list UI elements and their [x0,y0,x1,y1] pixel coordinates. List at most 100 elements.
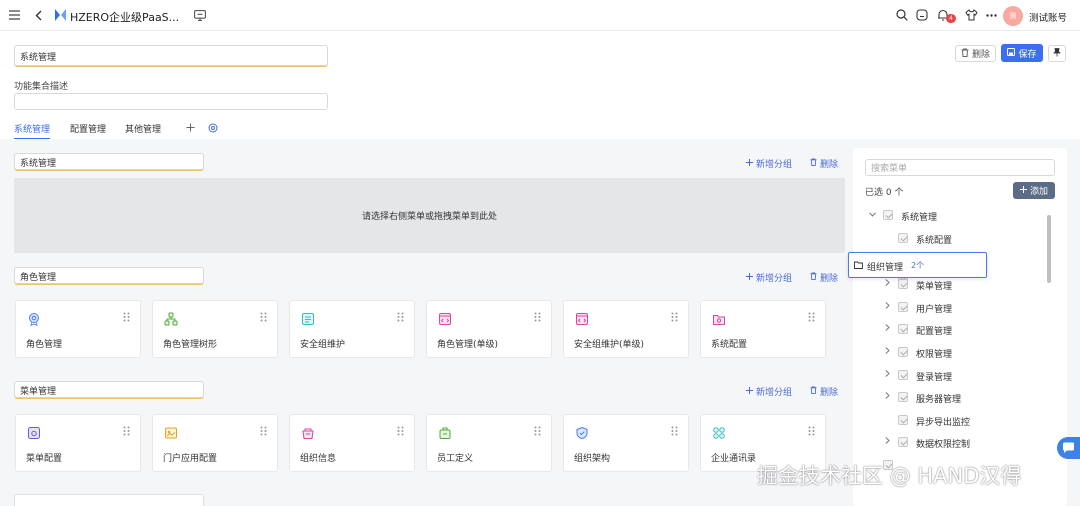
tree-checkbox[interactable] [898,392,908,402]
menu-card-label: 企业通讯录 [711,454,757,464]
drag-handle-icon[interactable] [534,426,541,436]
plus-icon [746,158,753,169]
menu-card[interactable]: 角色管理 [15,300,141,358]
skin-icon[interactable] [965,9,978,21]
drag-handle-icon[interactable] [260,312,267,322]
add-menu-button[interactable]: 添加 [1013,182,1055,199]
search-icon[interactable] [896,9,908,21]
tree-node-label: 菜单管理 [916,282,953,292]
home-icon[interactable] [916,9,928,21]
collection-name-field[interactable]: 系统管理 [14,45,328,67]
menu-card-label: 安全组维护 [300,340,346,350]
drag-handle-icon[interactable] [671,312,678,322]
tab-config-management[interactable]: 配置管理 [70,122,106,135]
menu-card[interactable]: 菜单配置 [15,414,141,472]
chevron-right-icon[interactable] [885,279,890,288]
pin-button[interactable] [1048,45,1066,62]
more-icon[interactable] [985,9,997,21]
menu-card[interactable]: 安全组维护(单级) [563,300,689,358]
tree-checkbox[interactable] [898,233,908,243]
description-field[interactable] [14,93,328,110]
drag-handle-icon[interactable] [808,312,815,322]
menu-drop-zone[interactable]: 请选择右侧菜单或拖拽菜单到此处 [14,178,845,253]
delete-group-link[interactable]: 删除 [810,271,838,284]
tab-other-management[interactable]: 其他管理 [125,122,161,135]
chevron-right-icon[interactable] [885,437,890,446]
menu-card[interactable]: 安全组维护 [289,300,415,358]
drag-handle-icon[interactable] [808,426,815,436]
drag-handle-icon[interactable] [123,312,130,322]
menu-card[interactable]: 角色管理(单级) [426,300,552,358]
drag-handle-icon[interactable] [534,312,541,322]
add-menu-label: 添加 [1029,187,1048,197]
dragging-item-label: 组织管理 [867,263,904,273]
menu-card[interactable]: 员工定义 [426,414,552,472]
menu-card[interactable]: 门户应用配置 [152,414,278,472]
tree-checkbox[interactable] [898,370,908,380]
tree-node-label: 异步导出监控 [916,418,971,428]
chevron-right-icon[interactable] [885,392,890,401]
menu-card[interactable]: 组织架构 [563,414,689,472]
chevron-right-icon[interactable] [885,370,890,379]
screen-icon[interactable] [193,9,206,21]
tree-checkbox[interactable] [883,210,893,220]
add-group-link[interactable]: 新增分组 [746,385,792,398]
tree-checkbox[interactable] [898,437,908,447]
tree-node-label: 用户管理 [916,305,953,315]
delete-group-link[interactable]: 删除 [810,385,838,398]
delete-group-label: 删除 [820,388,839,398]
menu-card[interactable]: 角色管理树形 [152,300,278,358]
tab-settings-icon[interactable] [207,122,218,133]
drag-handle-icon[interactable] [397,312,404,322]
delete-button[interactable]: 删除 [955,45,996,62]
chevron-right-icon[interactable] [885,302,890,311]
avatar[interactable]: 测 [1003,6,1023,26]
tree-checkbox[interactable] [898,302,908,312]
chevron-down-icon[interactable] [869,210,876,219]
code-window-icon [438,312,452,326]
menu-search-input[interactable]: 搜索菜单 [865,159,1055,176]
save-button[interactable]: 保存 [1001,44,1043,62]
tree-node-label: 登录管理 [916,373,953,383]
tree-checkbox[interactable] [898,324,908,334]
group-title-field[interactable]: 系统管理 [14,153,204,171]
tree-checkbox[interactable] [898,415,908,425]
menu-card-label: 门户应用配置 [163,454,218,464]
chevron-right-icon[interactable] [885,347,890,356]
drop-zone-hint: 请选择右侧菜单或拖拽菜单到此处 [361,212,497,222]
add-tab-icon[interactable] [185,122,195,132]
menu-icon[interactable] [8,9,20,21]
tree-checkbox[interactable] [898,347,908,357]
drag-handle-icon[interactable] [397,426,404,436]
menu-card[interactable]: 组织信息 [289,414,415,472]
next-group-title-field[interactable] [14,494,204,506]
username[interactable]: 测试账号 [1029,10,1067,24]
panel-scrollbar[interactable] [1047,215,1051,283]
add-group-link[interactable]: 新增分组 [746,157,792,170]
drag-handle-icon[interactable] [123,426,130,436]
dragging-menu-item[interactable]: 组织管理 2个 [848,252,987,278]
code-window-icon [575,312,589,326]
delete-group-link[interactable]: 删除 [810,157,838,170]
menu-card[interactable]: 系统配置 [700,300,826,358]
menu-card-label: 系统配置 [711,340,748,350]
menu-card-label: 角色管理树形 [163,340,218,350]
description-label: 功能集合描述 [14,82,69,92]
back-icon[interactable] [33,9,43,21]
chevron-right-icon[interactable] [885,324,890,333]
tree-node-label: 系统配置 [916,236,953,246]
add-group-label: 新增分组 [756,388,793,398]
menu-card-label: 角色管理(单级) [437,340,499,350]
delete-group-label: 删除 [820,274,839,284]
tab-system-management[interactable]: 系统管理 [14,122,51,140]
group-title-field[interactable]: 角色管理 [14,267,204,285]
drag-handle-icon[interactable] [671,426,678,436]
floating-help-button[interactable] [1057,437,1080,459]
drag-handle-icon[interactable] [260,426,267,436]
app-title[interactable]: HZERO企业级PaaS... [70,9,179,25]
group-title-field[interactable]: 菜单管理 [14,381,204,399]
add-group-link[interactable]: 新增分组 [746,271,792,284]
plus-icon [1019,185,1027,196]
save-icon [1007,47,1016,59]
tree-checkbox[interactable] [898,279,908,289]
